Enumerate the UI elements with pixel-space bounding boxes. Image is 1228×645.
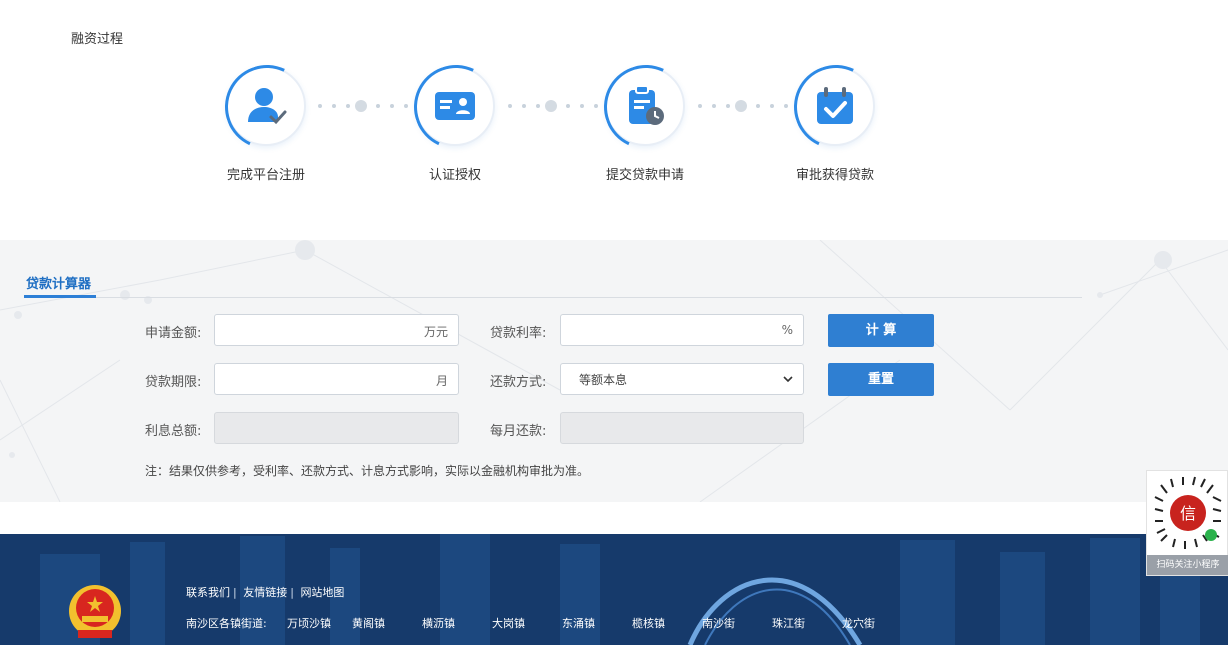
town-link[interactable]: 大岗镇 [492, 615, 525, 631]
process-title: 融资过程 [71, 32, 124, 47]
step-circle [795, 66, 875, 146]
towns-label: 南沙区各镇街道: [186, 617, 267, 630]
town-link[interactable]: 龙穴街 [842, 615, 875, 631]
amount-label: 申请金额: [145, 326, 202, 341]
step-approve: 审批获得贷款 [765, 66, 905, 183]
repayment-method-select[interactable]: 等额本息 [560, 363, 804, 395]
town-link[interactable]: 榄核镇 [632, 615, 665, 631]
method-label: 还款方式: [490, 375, 547, 390]
term-label: 贷款期限: [145, 375, 202, 390]
rate-unit: % [781, 323, 793, 337]
term-input[interactable]: 月 [214, 363, 459, 395]
town-link[interactable]: 横沥镇 [422, 615, 455, 631]
city-skyline-background [0, 534, 1228, 645]
step-register: 完成平台注册 [196, 66, 336, 183]
contact-us-link[interactable]: 联系我们 [186, 586, 230, 599]
reset-button[interactable]: 重置 [828, 363, 934, 396]
loan-calculator: 贷款计算器 申请金额: 万元 贷款利率: % 计 算 贷款期限: 月 还款方式:… [0, 240, 1228, 502]
tab-divider [24, 297, 1082, 298]
step-authorize: 认证授权 [385, 66, 525, 183]
step-circle [605, 66, 685, 146]
tab-loan-calculator[interactable]: 贷款计算器 [26, 273, 91, 292]
town-link[interactable]: 珠江街 [772, 615, 805, 631]
step-circle [226, 66, 306, 146]
step-label: 认证授权 [428, 168, 481, 183]
interest-total-output [214, 412, 459, 444]
interest-label: 利息总额: [145, 424, 202, 439]
step-label: 提交贷款申请 [605, 168, 684, 183]
monthly-label: 每月还款: [490, 424, 547, 439]
step-circle [415, 66, 495, 146]
monthly-payment-output [560, 412, 804, 444]
calculate-button[interactable]: 计 算 [828, 314, 934, 347]
repayment-method-value: 等额本息 [579, 373, 628, 387]
rate-label: 贷款利率: [490, 326, 547, 341]
svg-text:信: 信 [1180, 504, 1196, 523]
qr-code-icon: 信 [1154, 476, 1222, 549]
town-link[interactable]: 万顷沙镇 [287, 615, 331, 631]
step-connector [508, 100, 598, 112]
national-emblem-icon [69, 585, 121, 638]
friend-links-link[interactable]: 友情链接 [243, 586, 287, 599]
id-card-icon [435, 92, 475, 120]
amount-unit: 万元 [423, 325, 448, 339]
rate-input[interactable]: % [560, 314, 804, 346]
chevron-down-icon [783, 376, 793, 383]
clipboard-clock-icon [629, 85, 664, 125]
sitemap-link[interactable]: 网站地图 [300, 586, 344, 599]
term-unit: 月 [435, 374, 448, 388]
footer: 联系我们 | 友情链接 | 网站地图 南沙区各镇街道: 万顷沙镇 黄阁镇 横沥镇 大… [0, 534, 1228, 645]
user-check-icon [248, 88, 287, 125]
step-connector [318, 100, 408, 112]
disclaimer-note: 注：结果仅供参考，受利率、还款方式、计息方式影响，实际以金融机构审批为准。 [145, 464, 590, 478]
calendar-check-icon [817, 87, 853, 124]
step-apply: 提交贷款申请 [575, 66, 715, 183]
step-label: 完成平台注册 [226, 168, 305, 183]
footer-links: 联系我们 | 友情链接 | 网站地图 [186, 586, 345, 599]
qr-code-widget[interactable]: 信 扫码关注小程序 [1146, 470, 1228, 576]
tab-active-underline [24, 295, 96, 298]
amount-input[interactable]: 万元 [214, 314, 459, 346]
qr-caption: 扫码关注小程序 [1147, 555, 1228, 575]
town-link[interactable]: 南沙街 [702, 615, 735, 631]
town-link[interactable]: 黄阁镇 [352, 615, 385, 631]
step-connector [698, 100, 788, 112]
step-label: 审批获得贷款 [795, 168, 874, 183]
town-link[interactable]: 东涌镇 [562, 615, 595, 631]
